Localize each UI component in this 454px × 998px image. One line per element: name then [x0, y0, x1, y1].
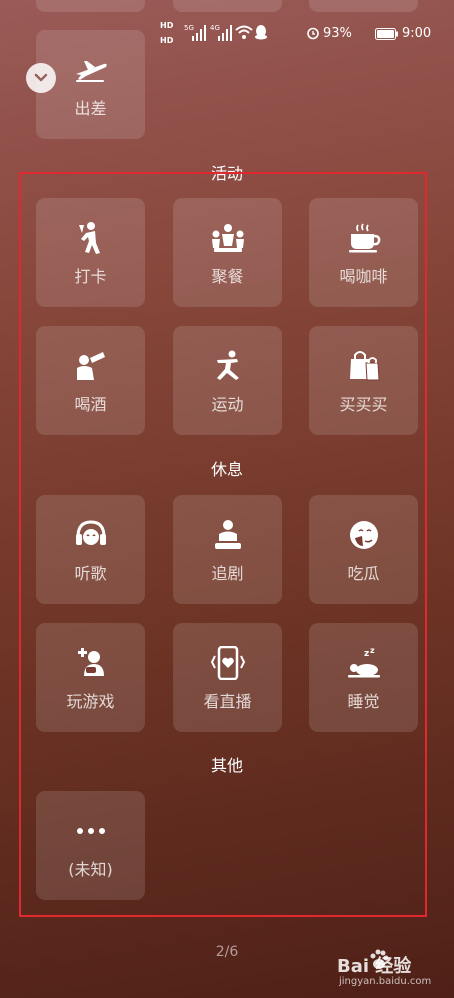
clock: 9:00 — [402, 26, 432, 41]
tile-label: 喝咖啡 — [339, 267, 388, 286]
watermark-brand: Bai 经验 — [337, 956, 412, 977]
gamer-icon — [77, 648, 104, 676]
tile-label: 睡觉 — [347, 692, 380, 711]
hd-sim1: HD — [160, 21, 174, 30]
group-people-icon — [211, 224, 244, 252]
battery-percent: 93% — [323, 26, 352, 41]
tile-sleep[interactable]: z z 睡觉 — [309, 623, 418, 732]
section-title-other: 其他 — [210, 756, 243, 775]
tile-melon[interactable]: 吃瓜 — [309, 495, 418, 604]
alarm-icon — [307, 27, 319, 40]
svg-text:z: z — [364, 649, 369, 659]
tile-drama[interactable]: 追剧 — [173, 495, 282, 604]
tile-label: 出差 — [74, 99, 107, 118]
tile-label: 玩游戏 — [66, 692, 115, 711]
tile-label: 打卡 — [74, 267, 107, 286]
hd-sim2: HD — [160, 36, 174, 45]
battery-icon — [375, 28, 398, 40]
tile-checkin[interactable]: 打卡 — [36, 198, 145, 307]
tile-label: 追剧 — [211, 564, 244, 583]
walking-person-icon — [78, 222, 100, 254]
tile-label: 买买买 — [339, 395, 388, 414]
tile-label: 看直播 — [203, 692, 252, 711]
phone-live-icon — [210, 646, 245, 680]
drinking-bottle-icon — [76, 352, 105, 380]
tile-sport[interactable]: 运动 — [173, 326, 282, 435]
section-title-rest: 休息 — [210, 460, 243, 479]
tile-gaming[interactable]: 玩游戏 — [36, 623, 145, 732]
tile-unknown[interactable]: (未知) — [36, 791, 145, 900]
more-dots-icon — [76, 828, 105, 834]
coffee-cup-icon — [348, 223, 380, 253]
tile-shopping[interactable]: 买买买 — [309, 326, 418, 435]
wifi-icon — [235, 25, 253, 39]
qq-icon — [255, 25, 267, 40]
tile-drink[interactable]: 喝酒 — [36, 326, 145, 435]
shopping-bag-icon — [349, 351, 380, 381]
headphones-icon — [75, 520, 106, 545]
tile-music[interactable]: 听歌 — [36, 495, 145, 604]
baidu-watermark: Bai 经验 jingyan.baidu.com — [337, 948, 449, 992]
tile-coffee[interactable]: 喝咖啡 — [309, 198, 418, 307]
tile-dinner[interactable]: 聚餐 — [173, 198, 282, 307]
tile-business-trip[interactable]: 出差 — [36, 30, 145, 139]
signal-icon — [192, 25, 206, 41]
tile-label: 运动 — [211, 395, 244, 414]
sleeping-icon: z z — [347, 648, 380, 678]
signal-icon-2 — [218, 25, 232, 41]
tile-label: (未知) — [68, 860, 113, 879]
tile-label: 喝酒 — [74, 395, 107, 414]
running-person-icon — [216, 350, 239, 380]
tile-live[interactable]: 看直播 — [173, 623, 282, 732]
watching-tv-icon — [214, 520, 241, 549]
gossip-face-icon — [349, 521, 378, 549]
tile-label: 聚餐 — [211, 267, 244, 286]
tile-label: 吃瓜 — [347, 564, 380, 583]
tile-label: 听歌 — [74, 564, 107, 583]
watermark-url: jingyan.baidu.com — [339, 976, 432, 987]
airplane-icon — [75, 61, 107, 82]
svg-text:z: z — [370, 648, 375, 655]
